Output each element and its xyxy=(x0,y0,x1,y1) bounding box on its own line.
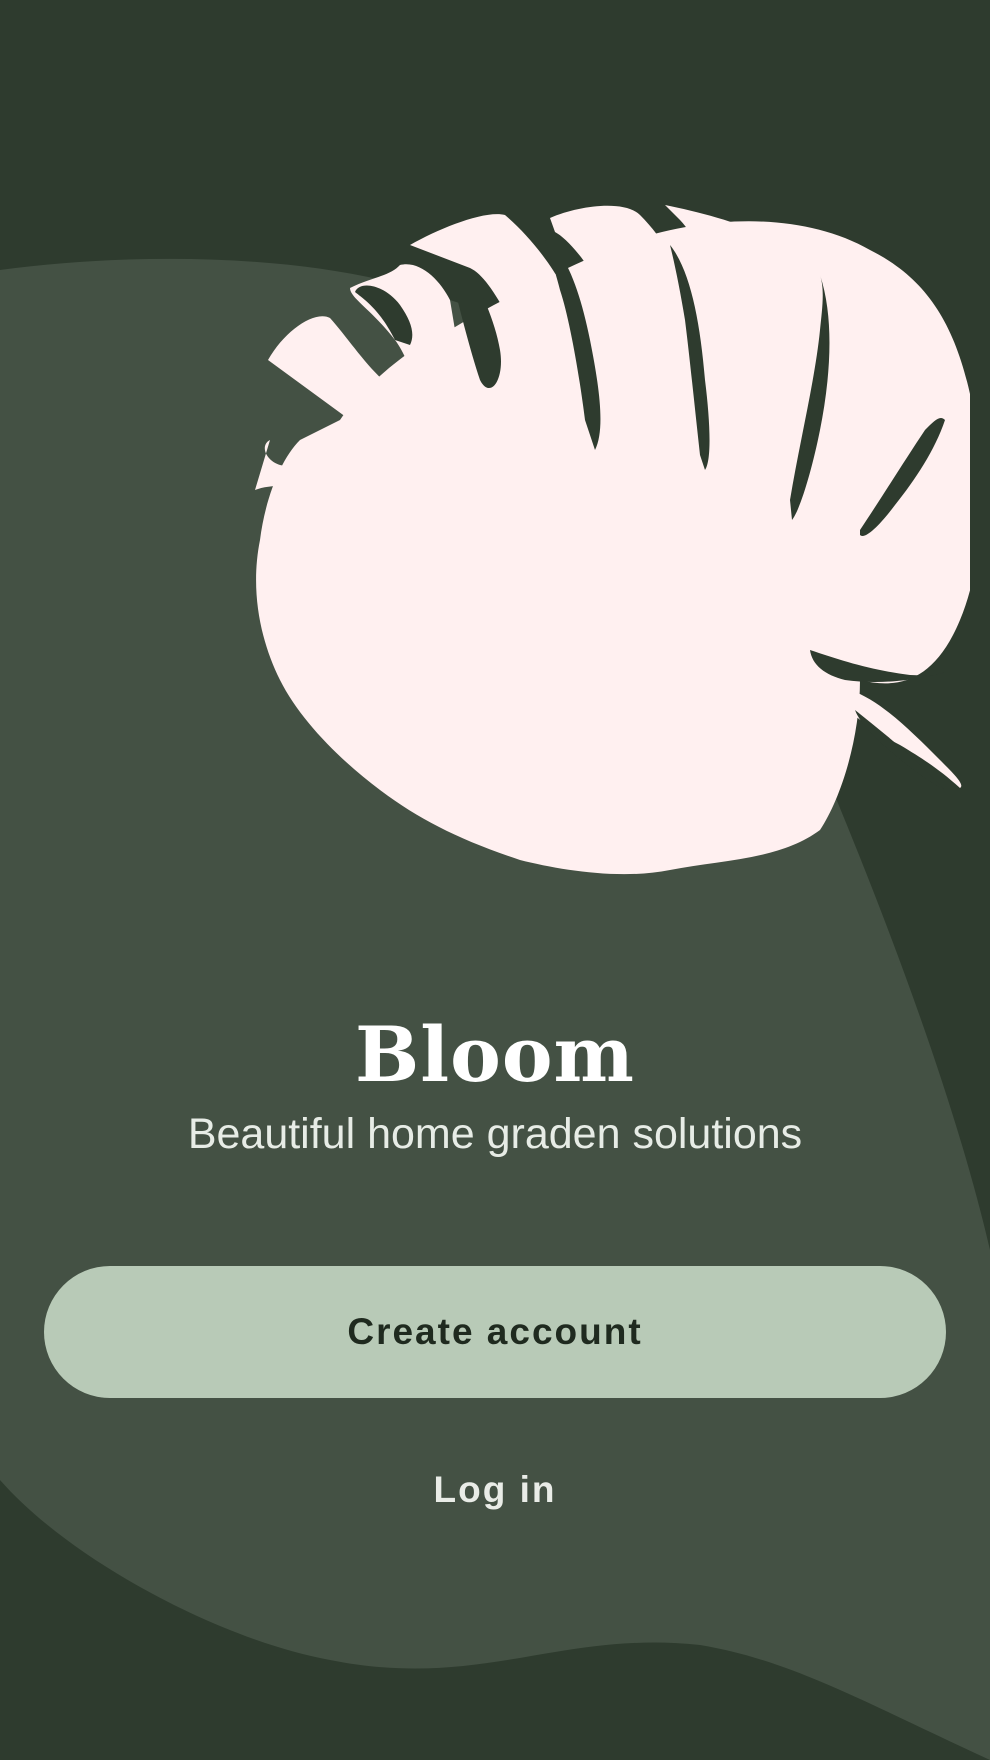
app-tagline: Beautiful home graden solutions xyxy=(187,1110,803,1158)
create-account-button[interactable]: Create account xyxy=(44,1266,946,1398)
brand-block: Bloom Beautiful home graden solutions xyxy=(0,1000,990,1162)
log-in-button[interactable]: Log in xyxy=(345,1450,645,1530)
monstera-leaf-icon xyxy=(255,205,970,875)
app-title: Bloom xyxy=(355,1010,635,1099)
welcome-screen: Bloom Beautiful home graden solutions Cr… xyxy=(0,0,990,1760)
